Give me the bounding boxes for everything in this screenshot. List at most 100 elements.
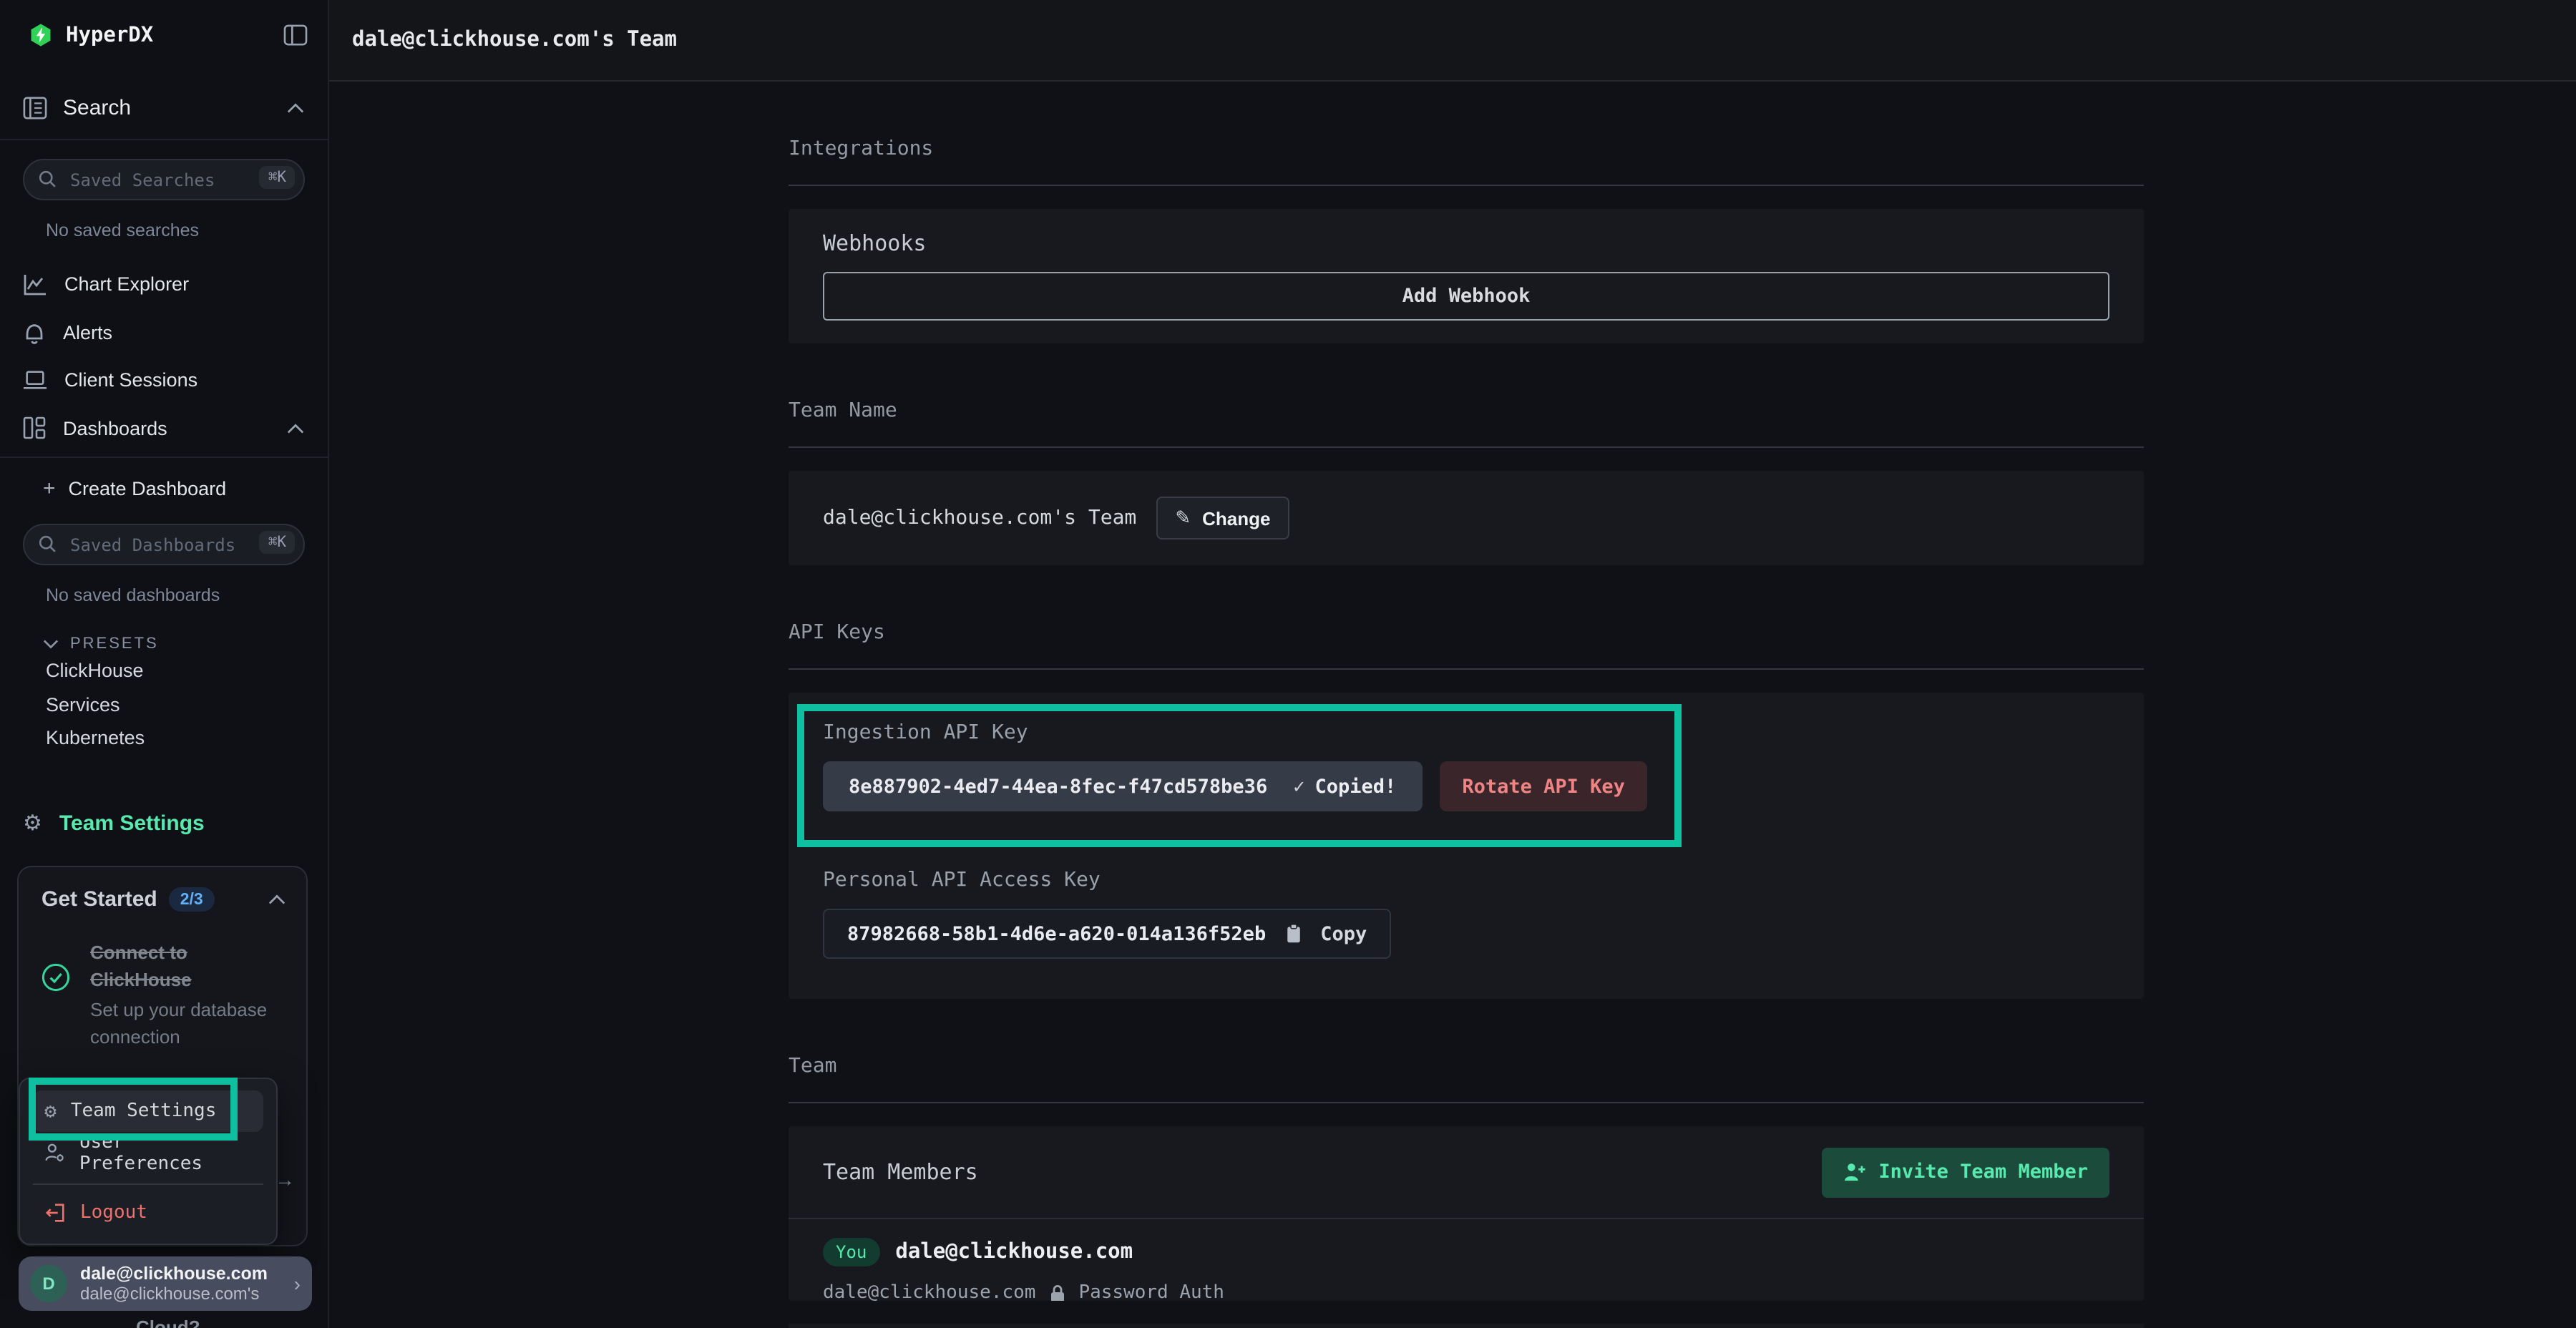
search-section-icon (23, 96, 47, 120)
sidebar: HyperDX Search (0, 0, 329, 1328)
chevron-up-icon (268, 893, 286, 906)
section-title: Team Name (789, 401, 2144, 421)
page-title: dale@clickhouse.com's Team (352, 29, 677, 52)
preset-item-services[interactable]: Services (0, 688, 328, 721)
clipped-next-card (789, 1324, 2144, 1328)
copied-label: Copied! (1315, 775, 1397, 798)
account-menu: ⚙ Team Settings User Preferences (19, 1078, 278, 1245)
sidebar-item-alerts[interactable]: Alerts (0, 308, 328, 356)
arrow-right-icon[interactable]: → (275, 1168, 295, 1191)
checklist-item-connect[interactable]: Connect to ClickHouse Set up your databa… (42, 940, 286, 1051)
ingestion-key-value[interactable]: 8e887902-4ed7-44ea-8fec-f47cd578be36 ✓ C… (823, 761, 1422, 811)
presets-label: PRESETS (70, 635, 159, 653)
ingestion-key-label: Ingestion API Key (823, 721, 2109, 744)
you-badge: You (823, 1238, 879, 1266)
lock-icon (1048, 1283, 1065, 1301)
clipped-text-fragment: Cloud? (136, 1317, 200, 1328)
sidebar-item-label: Dashboards (63, 418, 269, 439)
member-auth-method: Password Auth (1078, 1282, 1224, 1301)
avatar: D (30, 1265, 67, 1302)
hyperdx-logo-icon (29, 23, 53, 47)
section-team-name: Team Name dale@clickhouse.com's Team ✎ C… (789, 401, 2144, 565)
section-title: API Keys (789, 622, 2144, 643)
menu-divider (33, 1183, 263, 1185)
app-title: HyperDX (66, 24, 283, 47)
saved-dashboards-search: ⌘K (23, 524, 305, 565)
sidebar-section-search[interactable]: Search (0, 96, 328, 140)
section-title: Team (789, 1056, 2144, 1076)
gear-icon: ⚙ (44, 1101, 57, 1121)
shortcut-badge: ⌘K (260, 166, 295, 189)
preset-label: ClickHouse (46, 660, 144, 682)
api-key-text: 87982668-58b1-4d6e-a620-014a136f52eb (847, 922, 1266, 945)
section-integrations: Integrations Webhooks Add Webhook (789, 139, 2144, 343)
search-section-label: Search (63, 96, 270, 120)
sidebar-item-chart-explorer[interactable]: Chart Explorer (0, 260, 328, 308)
pencil-icon: ✎ (1175, 507, 1191, 529)
get-started-header[interactable]: Get Started 2/3 (42, 887, 286, 912)
personal-key-copy-button[interactable]: 87982668-58b1-4d6e-a620-014a136f52eb Cop… (823, 909, 1391, 959)
sidebar-item-label: Client Sessions (64, 370, 305, 391)
laptop-icon (23, 370, 47, 391)
chart-icon (23, 273, 47, 296)
divider (789, 1102, 2144, 1103)
webhooks-label: Webhooks (823, 232, 2109, 255)
invite-label: Invite Team Member (1878, 1161, 2088, 1183)
preset-item-clickhouse[interactable]: ClickHouse (0, 654, 328, 688)
sidebar-item-team-settings[interactable]: ⚙ Team Settings (0, 806, 328, 841)
no-saved-searches-note: No saved searches (46, 220, 328, 240)
clipboard-icon (1283, 923, 1303, 944)
team-member-row: You dale@clickhouse.com dale@clickhouse.… (789, 1219, 2144, 1301)
sidebar-item-client-sessions[interactable]: Client Sessions (0, 356, 328, 404)
divider (789, 446, 2144, 448)
dashboards-icon (23, 417, 46, 440)
chevron-up-icon (286, 102, 305, 114)
main-area: dale@clickhouse.com's Team Integrations … (329, 0, 2576, 1328)
check-circle-icon (42, 963, 70, 992)
menu-item-user-preferences[interactable]: User Preferences (33, 1132, 263, 1173)
section-team: Team Team Members Invite Team Memb (789, 1056, 2144, 1328)
preset-label: Kubernetes (46, 728, 145, 749)
chevron-down-icon (43, 638, 59, 650)
presets-toggle[interactable]: PRESETS (43, 634, 328, 654)
divider (789, 668, 2144, 670)
chevron-up-icon (286, 422, 305, 435)
search-icon (37, 169, 57, 189)
change-team-name-button[interactable]: ✎ Change (1156, 497, 1289, 540)
menu-item-label: Logout (80, 1201, 147, 1223)
saved-searches-search: ⌘K (23, 159, 305, 200)
app-window: HyperDX Search (0, 0, 2576, 1328)
team-members-card: Team Members Invite Team Member (789, 1126, 2144, 1301)
account-team: dale@clickhouse.com's (80, 1284, 294, 1304)
settings-content: Integrations Webhooks Add Webhook Team N… (789, 82, 2144, 1328)
create-dashboard-label: Create Dashboard (69, 477, 227, 499)
team-name-card: dale@clickhouse.com's Team ✎ Change (789, 471, 2144, 565)
rotate-api-key-button[interactable]: Rotate API Key (1439, 761, 1648, 811)
add-webhook-button[interactable]: Add Webhook (823, 272, 2109, 321)
team-name-value: dale@clickhouse.com's Team (823, 507, 1136, 529)
create-dashboard-button[interactable]: + Create Dashboard (0, 458, 328, 518)
invite-team-member-button[interactable]: Invite Team Member (1821, 1147, 2109, 1197)
copied-indicator: ✓ Copied! (1293, 775, 1396, 798)
checklist-title: Connect to ClickHouse (90, 940, 276, 994)
section-title: Integrations (789, 139, 2144, 159)
webhooks-card: Webhooks Add Webhook (789, 209, 2144, 343)
sidebar-item-dashboards[interactable]: Dashboards (0, 404, 328, 452)
user-plus-icon (1843, 1162, 1865, 1182)
preset-item-kubernetes[interactable]: Kubernetes (0, 721, 328, 755)
check-icon: ✓ (1293, 775, 1304, 798)
checklist-subtitle: Set up your database connection (90, 997, 276, 1050)
menu-item-label: Team Settings (71, 1100, 217, 1122)
plus-icon: + (43, 476, 56, 500)
change-label: Change (1202, 507, 1270, 529)
account-button[interactable]: D dale@clickhouse.com dale@clickhouse.co… (19, 1256, 312, 1311)
sidebar-item-label: Chart Explorer (64, 274, 305, 296)
team-settings-label: Team Settings (59, 811, 205, 836)
preset-label: Services (46, 694, 120, 716)
copy-label: Copy (1320, 922, 1367, 945)
collapse-sidebar-icon[interactable] (283, 24, 308, 46)
menu-item-team-settings[interactable]: ⚙ Team Settings (33, 1090, 263, 1132)
api-keys-card: Ingestion API Key 8e887902-4ed7-44ea-8fe… (789, 693, 2144, 999)
menu-item-logout[interactable]: Logout (33, 1195, 263, 1229)
team-members-label: Team Members (823, 1161, 978, 1183)
